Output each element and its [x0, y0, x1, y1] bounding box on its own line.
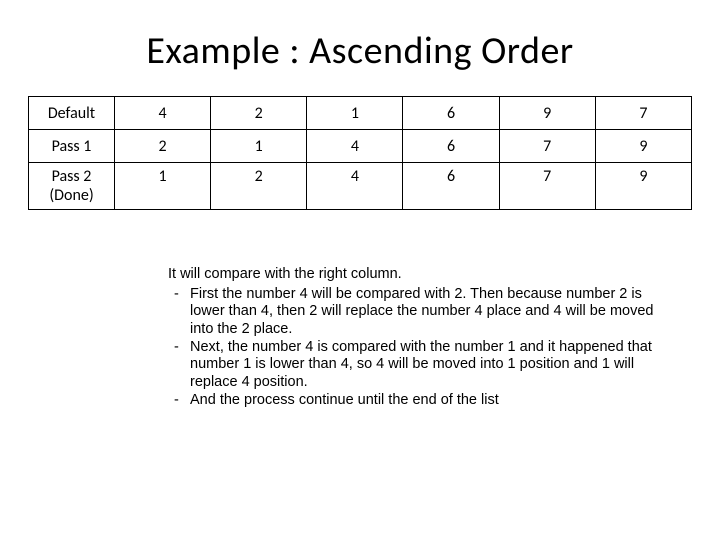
list-item: First the number 4 will be compared with…	[168, 286, 674, 339]
cell: 6	[403, 163, 499, 210]
row-label: Pass 2 (Done)	[29, 163, 115, 210]
cell: 2	[211, 97, 307, 130]
sort-table: Default 4 2 1 6 9 7 Pass 1 2 1 4 6 7 9 P…	[28, 96, 692, 210]
table-row: Pass 2 (Done) 1 2 4 6 7 9	[29, 163, 692, 210]
row-label: Default	[29, 97, 115, 130]
slide: Example : Ascending Order Default 4 2 1 …	[0, 0, 720, 540]
cell: 1	[307, 97, 403, 130]
cell: 7	[499, 130, 595, 163]
page-title: Example : Ascending Order	[28, 28, 692, 74]
description-intro: It will compare with the right column.	[168, 266, 674, 284]
list-item: Next, the number 4 is compared with the …	[168, 339, 674, 392]
cell: 9	[595, 163, 691, 210]
cell: 9	[499, 97, 595, 130]
cell: 1	[211, 130, 307, 163]
cell: 4	[307, 163, 403, 210]
cell: 2	[211, 163, 307, 210]
cell: 4	[115, 97, 211, 130]
table-row: Default 4 2 1 6 9 7	[29, 97, 692, 130]
description-block: It will compare with the right column. F…	[168, 266, 674, 410]
cell: 1	[115, 163, 211, 210]
cell: 6	[403, 97, 499, 130]
row-label: Pass 1	[29, 130, 115, 163]
table-row: Pass 1 2 1 4 6 7 9	[29, 130, 692, 163]
list-item: And the process continue until the end o…	[168, 392, 674, 410]
cell: 2	[115, 130, 211, 163]
cell: 7	[595, 97, 691, 130]
cell: 4	[307, 130, 403, 163]
description-list: First the number 4 will be compared with…	[168, 286, 674, 410]
cell: 7	[499, 163, 595, 210]
cell: 9	[595, 130, 691, 163]
cell: 6	[403, 130, 499, 163]
